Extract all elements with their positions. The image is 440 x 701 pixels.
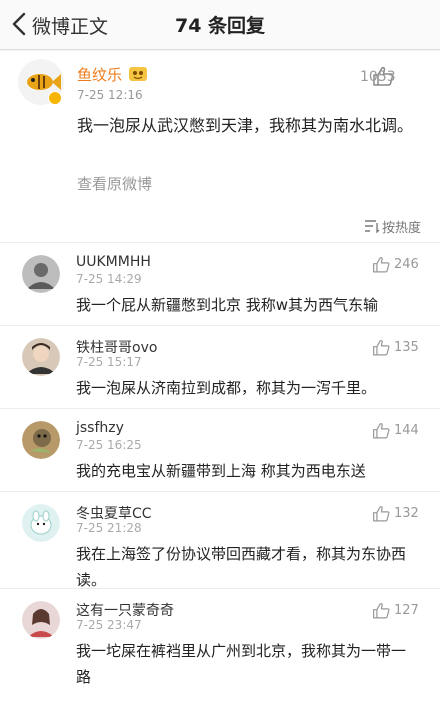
thumbs-up-icon[interactable] <box>372 505 390 522</box>
comment-text: 我的充电宝从新疆带到上海 称其为西电东送 <box>76 462 366 480</box>
comment-row: UUKMMHH 7-25 14:29 246 我一个屁从新疆憋到北京 我称w其为… <box>0 244 440 326</box>
commenter-name[interactable]: UUKMMHH <box>76 254 151 270</box>
author-name[interactable]: 鱼纹乐 <box>77 64 122 85</box>
comment-row: 铁柱哥哥ovo 7-25 15:17 135 我一泡屎从济南拉到成都，称其为一泻… <box>0 327 440 409</box>
verified-badge-icon <box>48 91 62 105</box>
commenter-name[interactable]: 冬虫夏草CC <box>76 503 152 523</box>
comment-text: 我在上海签了份协议带回西藏才看，称其为东协西读。 <box>76 545 407 589</box>
post-time: 7-25 12:16 <box>77 88 143 102</box>
page-title: 74 条回复 <box>174 15 266 37</box>
nav-bar: 微博正文 74 条回复 <box>0 0 440 50</box>
like-count: 127 <box>394 603 419 618</box>
comment-time: 7-25 23:47 <box>76 618 142 632</box>
avatar[interactable] <box>22 504 60 542</box>
sort-by-hot-button[interactable]: 按热度 <box>382 217 421 236</box>
like-count: 1053 <box>360 69 396 85</box>
thumbs-up-icon[interactable] <box>372 602 390 619</box>
like-count: 132 <box>394 506 419 521</box>
sort-bar: 按热度 <box>0 207 440 243</box>
comment-time: 7-25 14:29 <box>76 272 142 286</box>
like-count: 246 <box>394 257 419 272</box>
comment-text: 我一坨屎在裤裆里从广州到北京，我称其为一带一路 <box>76 642 407 686</box>
commenter-name[interactable]: 这有一只蒙奇奇 <box>76 600 174 620</box>
comment-row: 冬虫夏草CC 7-25 21:28 132 我在上海签了份协议带回西藏才看，称其… <box>0 493 440 589</box>
comment-time: 7-25 21:28 <box>76 521 142 535</box>
post-text: 我一泡尿从武汉憋到天津，我称其为南水北调。 <box>77 116 414 135</box>
like-count: 144 <box>394 423 419 438</box>
view-original-link[interactable]: 查看原微博 <box>77 173 152 194</box>
commenter-name[interactable]: jssfhzy <box>76 420 124 436</box>
like-count: 135 <box>394 340 419 355</box>
reply-list: 按热度 UUKMMHH 7-25 14:29 246 我一个屁从新疆憋到北京 我… <box>0 207 440 701</box>
comment-text: 我一个屁从新疆憋到北京 我称w其为西气东输 <box>76 296 379 314</box>
fan-medal-icon <box>129 67 147 81</box>
thumbs-up-icon[interactable] <box>372 256 390 273</box>
avatar[interactable] <box>22 338 60 376</box>
comment-text: 我一泡屎从济南拉到成都，称其为一泻千里。 <box>76 379 377 397</box>
comment-time: 7-25 15:17 <box>76 355 142 369</box>
avatar[interactable] <box>22 421 60 459</box>
original-comment: 鱼纹乐 7-25 12:16 1053 我一泡尿从武汉憋到天津，我称其为南水北调… <box>0 51 440 207</box>
sort-lines-icon[interactable] <box>364 219 380 233</box>
thumbs-up-icon[interactable] <box>372 422 390 439</box>
commenter-name[interactable]: 铁柱哥哥ovo <box>76 337 157 357</box>
thumbs-up-icon[interactable] <box>372 339 390 356</box>
comment-time: 7-25 16:25 <box>76 438 142 452</box>
comment-row: jssfhzy 7-25 16:25 144 我的充电宝从新疆带到上海 称其为西… <box>0 410 440 492</box>
avatar[interactable] <box>22 601 60 639</box>
comment-row: 这有一只蒙奇奇 7-25 23:47 127 我一坨屎在裤裆里从广州到北京，我称… <box>0 590 440 701</box>
avatar[interactable] <box>22 255 60 293</box>
